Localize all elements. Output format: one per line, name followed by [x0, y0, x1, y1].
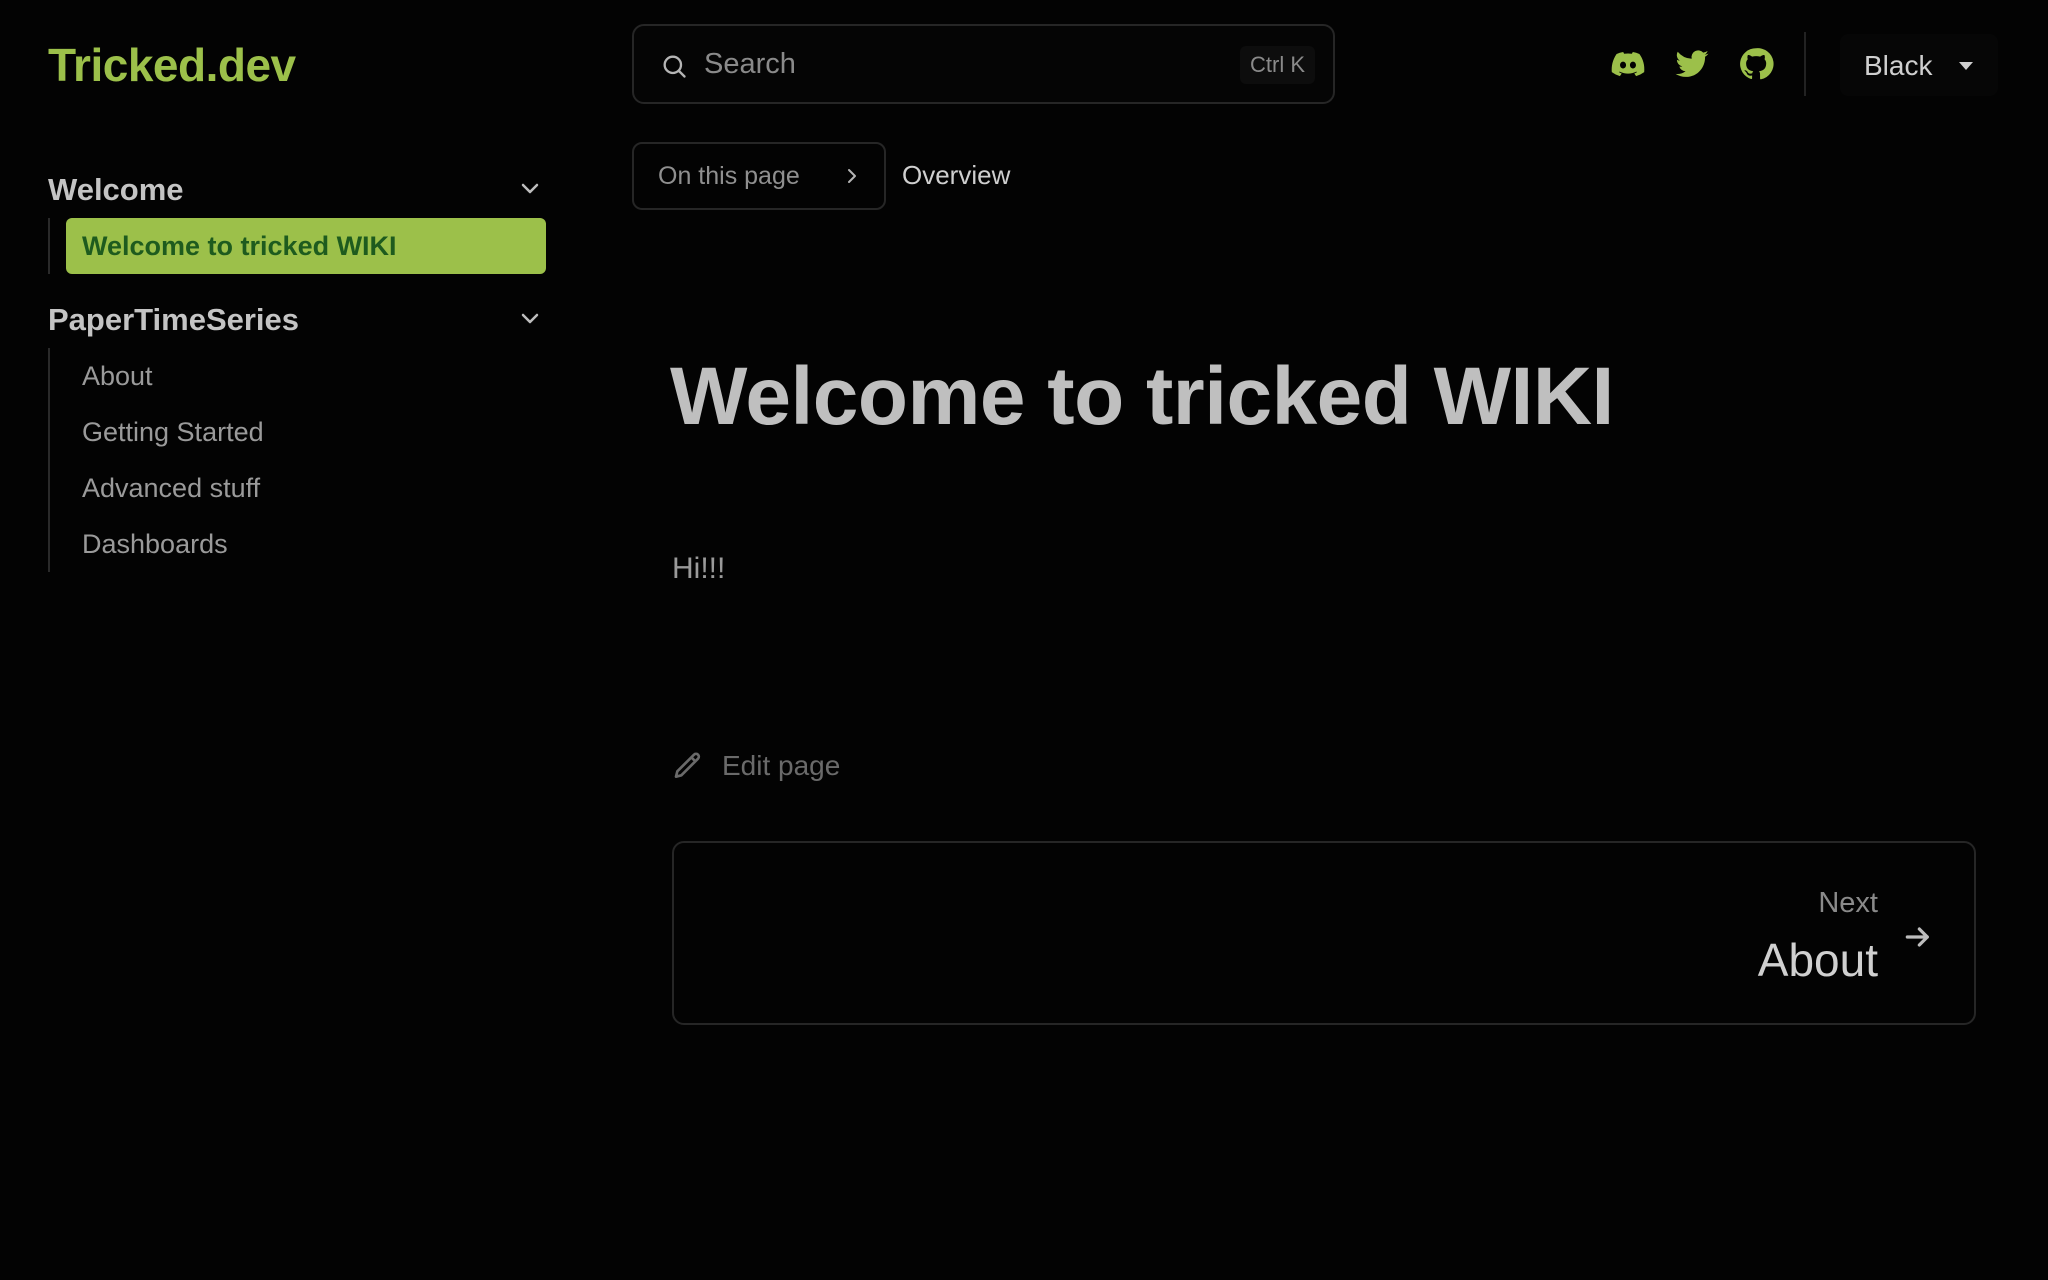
chevron-right-icon [848, 169, 856, 183]
page: Tricked.dev Welcome Welcome to tricked W… [0, 0, 2048, 1280]
next-page-card[interactable]: Next About [672, 841, 1976, 1025]
theme-select[interactable]: Black [1840, 34, 1998, 96]
next-page-title: About [1757, 934, 1878, 986]
brand-logo[interactable]: Tricked.dev [48, 38, 296, 92]
header-divider [1804, 32, 1806, 96]
toc-current-section: Overview [902, 160, 1011, 190]
sidebar: Tricked.dev Welcome Welcome to tricked W… [0, 0, 597, 1200]
sidebar-item-dashboards[interactable]: Dashboards [66, 516, 546, 572]
sidebar-section-papertimeseries[interactable]: PaperTimeSeries [48, 302, 299, 338]
search-shortcut: Ctrl K [1240, 46, 1315, 84]
on-this-page-label: On this page [658, 162, 800, 190]
sidebar-item-about[interactable]: About [66, 348, 546, 404]
search-placeholder: Search [704, 48, 796, 80]
caret-down-icon [1959, 62, 1973, 70]
sidebar-item-advanced-stuff[interactable]: Advanced stuff [66, 460, 546, 516]
sidebar-item-getting-started[interactable]: Getting Started [66, 404, 546, 460]
sidebar-section-welcome[interactable]: Welcome [48, 172, 184, 208]
on-this-page-button[interactable]: On this page [632, 142, 886, 210]
chevron-down-icon[interactable] [518, 306, 542, 330]
page-title: Welcome to tricked WIKI [670, 351, 1614, 442]
discord-icon[interactable] [1610, 46, 1646, 82]
sidebar-item-welcome-to-tricked-wiki[interactable]: Welcome to tricked WIKI [66, 218, 546, 274]
next-label: Next [1818, 887, 1878, 919]
edit-page-label: Edit page [722, 750, 841, 781]
page-body: Hi!!! [672, 552, 726, 585]
sidebar-list-papertimeseries: About Getting Started Advanced stuff Das… [48, 348, 546, 572]
pencil-icon [674, 752, 701, 778]
search-input[interactable]: Search Ctrl K [632, 24, 1335, 104]
chevron-down-icon[interactable] [518, 176, 542, 200]
arrow-right-icon [1905, 927, 1929, 947]
search-icon [663, 55, 686, 78]
twitter-icon[interactable] [1674, 46, 1710, 82]
github-icon[interactable] [1738, 46, 1774, 82]
theme-select-value: Black [1864, 50, 1933, 81]
sidebar-list-welcome: Welcome to tricked WIKI [48, 218, 546, 274]
